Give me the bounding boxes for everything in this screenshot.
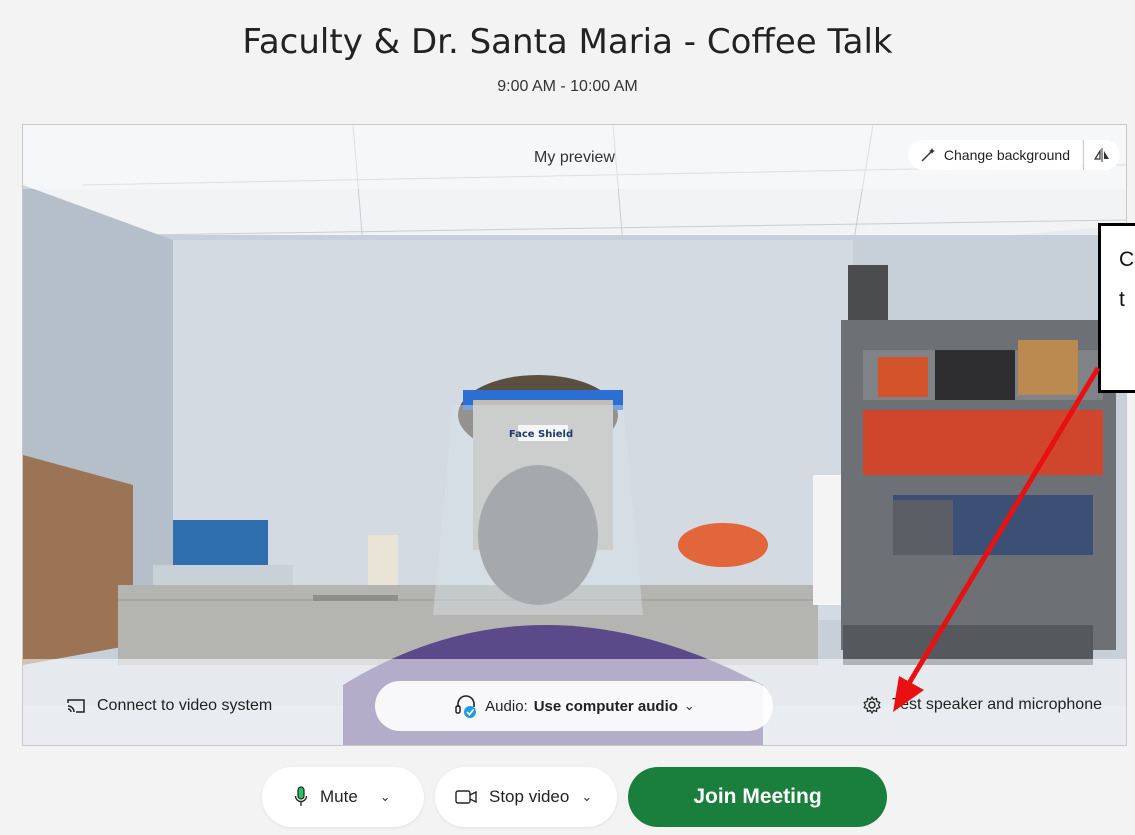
headset-icon — [455, 695, 477, 718]
stop-video-button[interactable]: Stop video ⌄ — [435, 767, 617, 827]
test-speaker-microphone-label: Test speaker and microphone — [892, 696, 1102, 713]
join-meeting-button[interactable]: Join Meeting — [628, 767, 887, 827]
meeting-controls: Mute ⌄ Stop video ⌄ Join Meeting — [0, 767, 1135, 829]
video-options-chevron-icon[interactable]: ⌄ — [581, 789, 592, 805]
mirror-icon — [1094, 148, 1109, 162]
annotation-callout-box: C t — [1098, 223, 1135, 393]
mirror-view-button[interactable] — [1083, 140, 1120, 170]
microphone-icon — [294, 786, 308, 806]
chevron-down-icon: ⌄ — [683, 698, 695, 713]
callout-line-1: C — [1119, 248, 1135, 271]
audio-select-button[interactable]: Audio: Use computer audio ⌄ — [375, 681, 773, 731]
mute-button[interactable]: Mute ⌄ — [262, 767, 424, 827]
mute-options-chevron-icon[interactable]: ⌄ — [380, 789, 391, 805]
video-preview: Face Shield My preview Change background… — [22, 124, 1127, 746]
cast-icon — [67, 699, 85, 713]
stop-video-label: Stop video — [489, 787, 570, 806]
camera-icon — [455, 790, 477, 804]
meeting-title: Faculty & Dr. Santa Maria - Coffee Talk — [242, 22, 893, 62]
audio-prefix: Audio: — [485, 697, 528, 715]
mute-label: Mute — [320, 787, 358, 806]
connect-video-system-label: Connect to video system — [97, 697, 273, 714]
magic-wand-icon — [921, 148, 935, 162]
callout-line-2: t — [1119, 288, 1125, 311]
audio-value: Use computer audio — [533, 697, 678, 715]
change-background-button[interactable]: Change background — [907, 140, 1082, 170]
change-background-label: Change background — [943, 147, 1070, 163]
camera-feed: Face Shield — [23, 125, 1126, 745]
face-shield-label: Face Shield — [509, 429, 573, 440]
test-speaker-microphone-button[interactable]: Test speaker and microphone — [862, 695, 1102, 715]
meeting-time: 9:00 AM - 10:00 AM — [497, 78, 638, 95]
connect-video-system-button[interactable]: Connect to video system — [65, 697, 272, 715]
gear-icon — [863, 695, 881, 715]
